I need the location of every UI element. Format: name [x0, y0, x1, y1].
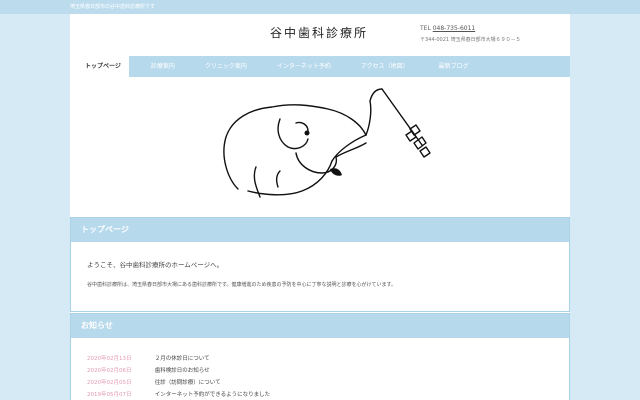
news-item: 2020年02月13日 ２月の休診日について [87, 354, 270, 366]
news-title[interactable]: インターネット予約ができるようになりました [155, 392, 270, 398]
news-date: 2020年02月13日 [87, 356, 132, 362]
elephant-toothbrush-icon [223, 88, 431, 198]
news-title[interactable]: 往診（訪問診療）について [155, 380, 221, 386]
nav-item-blog[interactable]: 最新ブログ [439, 56, 469, 77]
site-tagline: 埼玉県春日部市の谷中歯科診療所です [70, 4, 156, 10]
intro-heading: トップページ [71, 218, 569, 242]
welcome-text: ようこそ、谷中歯科診療所のホームページへ。 [87, 261, 224, 269]
news-title[interactable]: ２月の休診日について [155, 356, 210, 362]
hero-illustration [70, 77, 570, 217]
site-header: 谷中歯科診療所 TEL 048-735-6011 〒344-0021 埼玉県春日… [70, 14, 570, 56]
nav-item-clinic[interactable]: クリニック案内 [205, 56, 247, 77]
news-date: 2020年02月06日 [87, 368, 132, 374]
news-section: お知らせ 2020年02月13日 ２月の休診日について 2020年02月06日 … [70, 313, 570, 400]
news-item: 2020年02月06日 歯科検診日のお知らせ [87, 366, 270, 378]
news-item: 2020年02月05日 往診（訪問診療）について [87, 378, 270, 390]
news-title[interactable]: 歯科検診日のお知らせ [155, 368, 210, 374]
site-title[interactable]: 谷中歯科診療所 [270, 24, 368, 41]
news-item: 2019年05月07日 インターネット予約ができるようになりました [87, 390, 270, 400]
nav-item-medical-info[interactable]: 診療案内 [151, 56, 175, 77]
description-text: 谷中歯科診療所は、埼玉県春日部市大場にある歯科診療所です。健康増進のため疾患の予… [87, 282, 397, 288]
news-date: 2019年05月07日 [87, 392, 132, 398]
nav-item-top[interactable]: トップページ [70, 56, 129, 77]
nav-item-access[interactable]: アクセス（地図） [361, 56, 409, 77]
news-list: 2020年02月13日 ２月の休診日について 2020年02月06日 歯科検診日… [87, 354, 270, 400]
main-nav: トップページ 診療案内 クリニック案内 インターネット予約 アクセス（地図） 最… [70, 56, 570, 77]
site-address: 〒344-0021 埼玉県春日部市大場６９０－５ [420, 37, 521, 43]
page-container: 谷中歯科診療所 TEL 048-735-6011 〒344-0021 埼玉県春日… [70, 14, 570, 400]
news-heading: お知らせ [71, 314, 569, 338]
contact-phone: TEL 048-735-6011 [420, 25, 475, 32]
nav-item-reservation[interactable]: インターネット予約 [277, 56, 331, 77]
news-date: 2020年02月05日 [87, 380, 132, 386]
tel-label: TEL [420, 25, 431, 32]
tel-number[interactable]: 048-735-6011 [433, 25, 476, 32]
intro-section: トップページ ようこそ、谷中歯科診療所のホームページへ。 谷中歯科診療所は、埼玉… [70, 217, 570, 312]
